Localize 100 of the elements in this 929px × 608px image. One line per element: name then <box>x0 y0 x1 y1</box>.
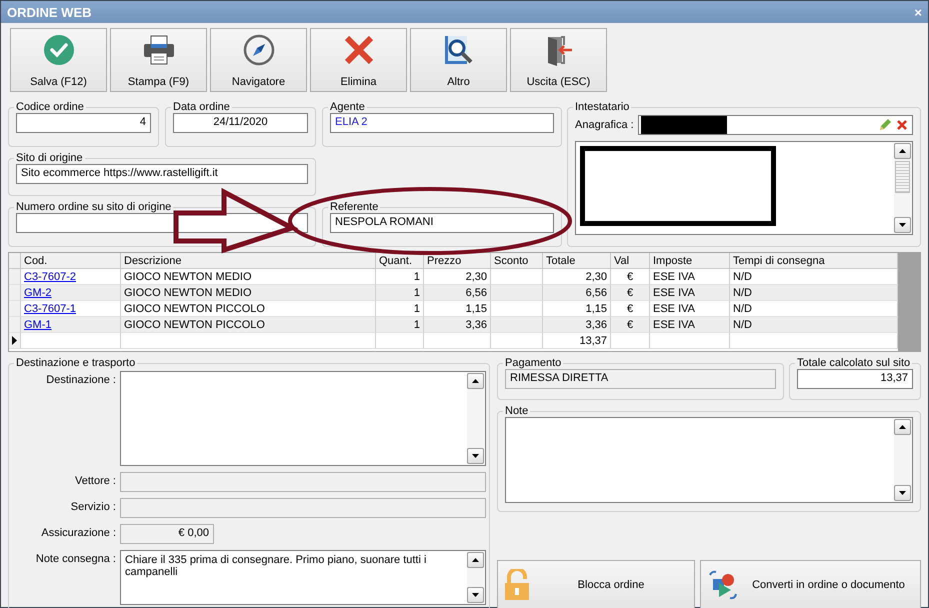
scroll-down-button[interactable] <box>467 587 484 603</box>
customer-field[interactable] <box>638 115 913 135</box>
triangle-down-icon <box>472 454 479 458</box>
date-field[interactable]: 24/11/2020 <box>173 113 308 133</box>
scroll-up-button[interactable] <box>467 373 484 389</box>
padlock-icon <box>504 569 530 601</box>
address-box[interactable] <box>575 141 913 235</box>
column-header[interactable]: Tempi di consegna <box>730 253 898 269</box>
row-header <box>9 253 21 269</box>
column-header[interactable]: Quant. <box>376 253 424 269</box>
delete-icon[interactable] <box>896 119 908 131</box>
triangle-down-icon <box>899 491 906 495</box>
field-label: Vettore : <box>74 474 116 489</box>
column-header[interactable]: Sconto <box>491 253 543 269</box>
table-cell: N/D <box>730 285 898 301</box>
toolbar-button[interactable]: Salva (F12) <box>10 28 107 92</box>
triangle-down-icon <box>472 593 479 597</box>
group-title: Totale calcolato sul sito <box>796 357 912 369</box>
triangle-up-icon <box>899 149 906 153</box>
table-cell <box>491 285 543 301</box>
column-header[interactable]: Imposte <box>650 253 730 269</box>
group-title: Pagamento <box>504 357 562 369</box>
group-title: Referente <box>329 201 380 213</box>
table-cell: ESE IVA <box>650 285 730 301</box>
order-code-field[interactable]: 4 <box>16 113 151 133</box>
lock-order-button[interactable]: Blocca ordine <box>497 560 695 608</box>
total-field[interactable]: 13,37 <box>797 369 913 389</box>
table-cell: 3,36 <box>543 317 611 333</box>
group-title: Intestatario <box>574 101 630 113</box>
table-cell: 1 <box>376 317 424 333</box>
scroll-down-button[interactable] <box>467 448 484 464</box>
scroll-down-button[interactable] <box>894 485 911 501</box>
table-cell: € <box>611 285 650 301</box>
item-code-link[interactable]: GM-2 <box>24 287 52 299</box>
text-area[interactable]: Chiare il 335 prima di consegnare. Primo piano, suonare tutti i campanelli <box>120 550 486 605</box>
toolbar-button[interactable]: Elimina <box>310 28 407 92</box>
toolbar-button[interactable]: Stampa (F9) <box>110 28 207 92</box>
toolbar-button[interactable]: Navigatore <box>210 28 307 92</box>
agent-field[interactable]: ELIA 2 <box>330 113 554 133</box>
column-header[interactable]: Totale <box>543 253 611 269</box>
table-cell <box>491 333 543 349</box>
item-code-link[interactable]: C3-7607-1 <box>24 303 76 315</box>
field-label: Note consegna : <box>34 552 116 567</box>
scrollbar[interactable] <box>894 143 911 233</box>
table-cell <box>424 333 491 349</box>
convert-button[interactable]: Converti in ordine o documento <box>700 560 921 608</box>
check-icon <box>42 34 74 66</box>
scrollbar[interactable] <box>467 552 484 603</box>
notes-area[interactable] <box>505 417 913 503</box>
table-cell: 1 <box>376 285 424 301</box>
scroll-up-button[interactable] <box>467 552 484 568</box>
scrollbar[interactable] <box>467 373 484 464</box>
text-area[interactable] <box>120 371 486 466</box>
shapes-convert-icon <box>707 569 739 601</box>
table-cell: 6,56 <box>543 285 611 301</box>
scroll-down-button[interactable] <box>894 217 911 233</box>
group-title: Codice ordine <box>15 101 85 113</box>
origin-site-field[interactable]: Sito ecommerce https://www.rastelligift.it <box>16 164 308 184</box>
table-cell: N/D <box>730 317 898 333</box>
scrollbar-thumb[interactable] <box>895 161 910 193</box>
cross-icon <box>342 34 374 66</box>
field-label: Destinazione : <box>45 373 116 388</box>
column-header[interactable]: Prezzo <box>424 253 491 269</box>
toolbar-button[interactable]: Uscita (ESC) <box>510 28 607 92</box>
column-header[interactable]: Descrizione <box>121 253 376 269</box>
table-cell <box>376 333 424 349</box>
pencil-icon[interactable] <box>878 118 892 132</box>
contact-field[interactable]: NESPOLA ROMANI <box>330 213 554 233</box>
table-cell: € <box>611 317 650 333</box>
group-title: Data ordine <box>172 101 231 113</box>
triangle-down-icon <box>899 223 906 227</box>
toolbar-button[interactable]: Altro <box>410 28 507 92</box>
group-title: Sito di origine <box>15 152 84 164</box>
note-text: Chiare il 335 prima di consegnare. Primo piano, suonare tutti i campanelli <box>125 554 426 578</box>
column-header[interactable]: Cod. <box>21 253 121 269</box>
printer-icon <box>142 34 176 66</box>
scroll-up-button[interactable] <box>894 143 911 159</box>
table-cell <box>611 333 650 349</box>
compass-icon <box>242 34 274 66</box>
order-number-field[interactable] <box>16 213 308 233</box>
table-cell: GIOCO NEWTON MEDIO <box>121 285 376 301</box>
group-title: Agente <box>329 101 366 113</box>
row-pointer-icon <box>12 336 17 345</box>
scrollbar[interactable] <box>894 419 911 501</box>
table-cell: 13,37 <box>543 333 611 349</box>
column-header[interactable]: Val <box>611 253 650 269</box>
group-title: Numero ordine su sito di origine <box>15 201 172 213</box>
table-cell: 6,56 <box>424 285 491 301</box>
window-title: ORDINE WEB <box>7 4 92 20</box>
row-header[interactable] <box>9 333 21 349</box>
table-cell <box>491 317 543 333</box>
triangle-up-icon <box>472 558 479 562</box>
field-label: Anagrafica : <box>575 119 634 131</box>
item-code-link[interactable]: GM-1 <box>24 319 52 331</box>
triangle-up-icon <box>472 379 479 383</box>
triangle-up-icon <box>899 425 906 429</box>
item-code-link[interactable]: C3-7607-2 <box>24 271 76 283</box>
table-cell: 3,36 <box>424 317 491 333</box>
field-label: Assicurazione : <box>40 526 116 541</box>
scroll-up-button[interactable] <box>894 419 911 435</box>
